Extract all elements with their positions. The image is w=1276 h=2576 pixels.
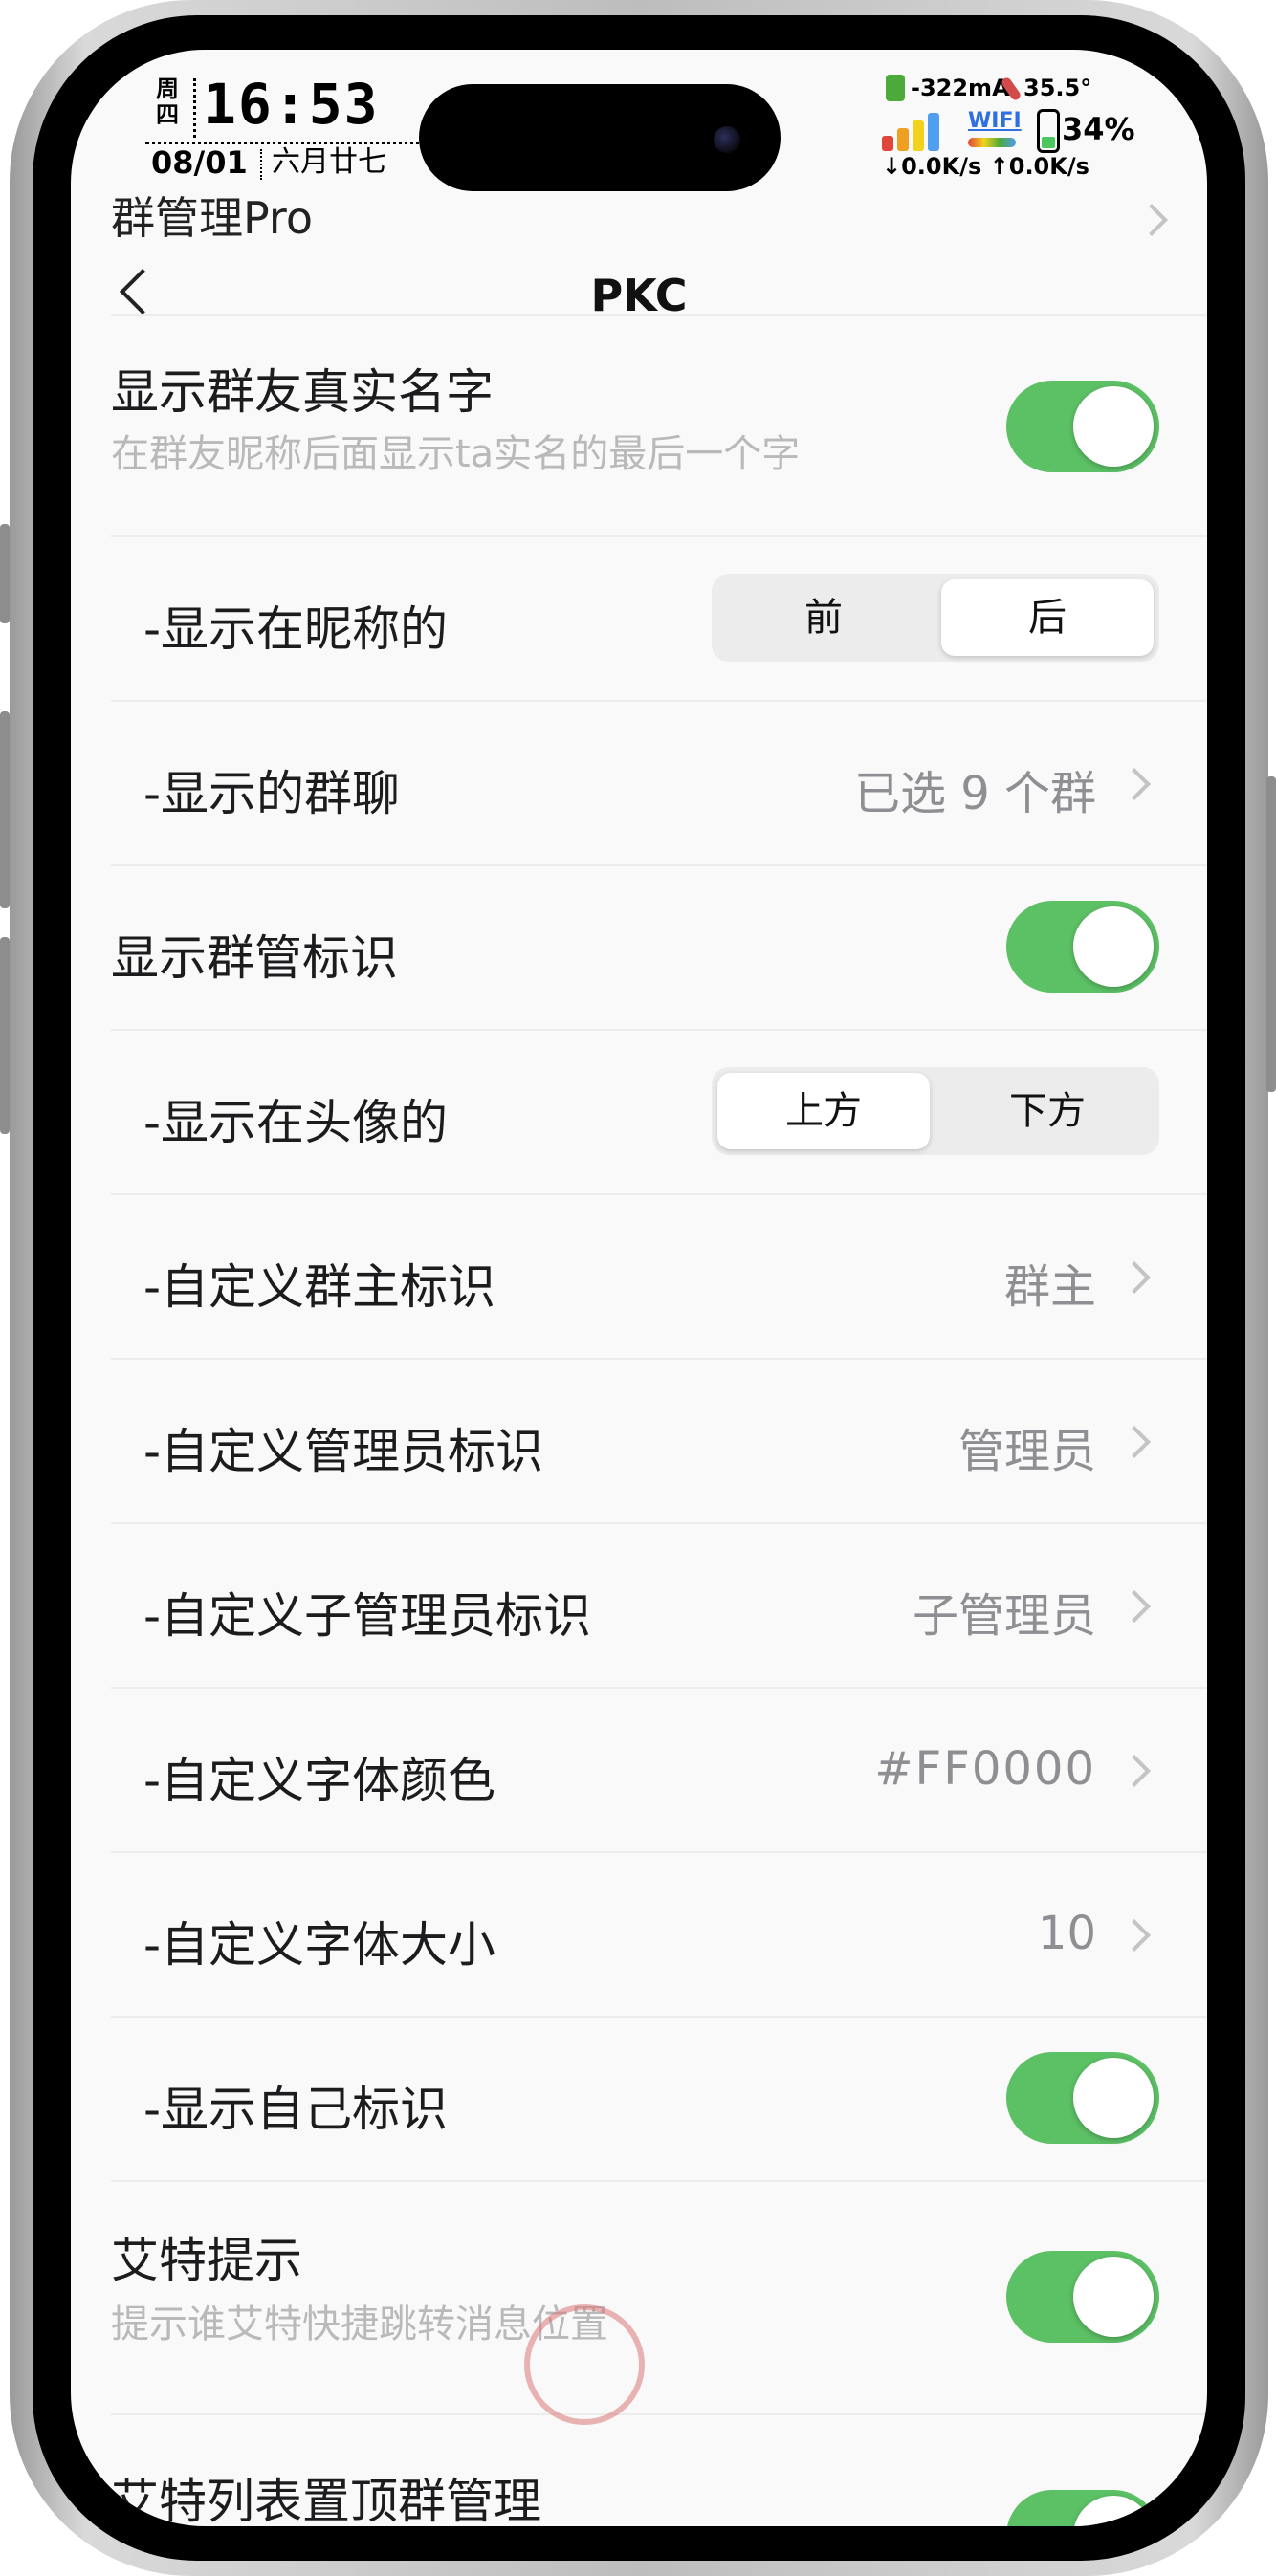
current-draw: -322mA bbox=[911, 75, 1010, 101]
date-divider bbox=[260, 149, 262, 180]
setting-at-hint: 艾特提示 提示谁艾特快捷跳转消息位置 bbox=[111, 2180, 1207, 2415]
battery-current-icon bbox=[886, 75, 905, 101]
setting-label: -显示的群聊 bbox=[143, 766, 401, 821]
setting-label: -自定义子管理员标识 bbox=[143, 1588, 592, 1644]
segment-before[interactable]: 前 bbox=[717, 579, 930, 656]
clock-time: 16:53 bbox=[203, 72, 380, 137]
setting-value: #FF0000 bbox=[874, 1742, 1096, 1796]
setting-label: 显示群友真实名字 bbox=[111, 364, 494, 420]
dynamic-island bbox=[419, 84, 781, 191]
setting-value: 管理员 bbox=[957, 1425, 1096, 1478]
lunar-date: 六月廿七 bbox=[272, 145, 386, 179]
chevron-right-icon bbox=[1118, 1426, 1151, 1458]
setting-show-real-name: 显示群友真实名字 在群友昵称后面显示ta实名的最后一个字 bbox=[111, 316, 1207, 537]
setting-font-size[interactable]: -自定义字体大小 10 bbox=[111, 1851, 1207, 2018]
battery-icon bbox=[1037, 109, 1060, 153]
setting-description: 在群友昵称后面显示ta实名的最后一个字 bbox=[111, 432, 801, 476]
setting-label: -显示自己标识 bbox=[143, 2082, 449, 2137]
camera-icon bbox=[714, 126, 740, 153]
screen: 周四 16:53 08/01 六月廿七 -322mA 35.5° WIFI 34… bbox=[71, 50, 1207, 2526]
action-button bbox=[0, 524, 10, 623]
setting-label: 艾特列表置顶群管理 bbox=[111, 2474, 541, 2526]
toggle-show-real-name[interactable] bbox=[1006, 381, 1159, 472]
setting-subadmin-badge[interactable]: -自定义子管理员标识 子管理员 bbox=[111, 1522, 1207, 1689]
toggle-knob bbox=[1073, 2496, 1154, 2526]
chevron-right-icon bbox=[1118, 1590, 1151, 1623]
segment-below[interactable]: 下方 bbox=[941, 1073, 1154, 1149]
setting-label: -自定义管理员标识 bbox=[143, 1424, 544, 1479]
setting-label: -自定义群主标识 bbox=[143, 1259, 496, 1315]
setting-name-position: -显示在昵称的 前 后 bbox=[111, 535, 1207, 702]
volume-down-button bbox=[0, 937, 10, 1134]
chevron-right-icon bbox=[1118, 768, 1151, 800]
battery-percent: 34% bbox=[1062, 111, 1135, 147]
toggle-knob bbox=[1073, 386, 1154, 467]
setting-owner-badge[interactable]: -自定义群主标识 群主 bbox=[111, 1193, 1207, 1360]
toggle-show-self-badge[interactable] bbox=[1006, 2052, 1159, 2144]
volume-up-button bbox=[0, 711, 10, 908]
wifi-label: WIFI bbox=[968, 109, 1022, 133]
setting-label: -自定义字体大小 bbox=[143, 1917, 496, 1973]
power-button bbox=[1266, 776, 1276, 1092]
signal-bars-icon bbox=[882, 113, 949, 151]
phone-frame: 周四 16:53 08/01 六月廿七 -322mA 35.5° WIFI 34… bbox=[10, 0, 1268, 2576]
toggle-at-list-pin[interactable] bbox=[1006, 2490, 1159, 2526]
toggle-knob bbox=[1073, 2257, 1154, 2337]
setting-value: 群主 bbox=[1003, 1260, 1096, 1314]
setting-font-color[interactable]: -自定义字体颜色 #FF0000 bbox=[111, 1687, 1207, 1853]
toggle-knob bbox=[1073, 2058, 1154, 2138]
toggle-show-admin-badge[interactable] bbox=[1006, 901, 1159, 993]
setting-at-list-pin: 艾特列表置顶群管理 bbox=[111, 2413, 1207, 2526]
date: 08/01 bbox=[151, 144, 248, 181]
network-speed: ↓0.0K/s ↑0.0K/s bbox=[882, 153, 1089, 180]
status-divider bbox=[193, 78, 196, 138]
setting-value: 已选 9 个群 bbox=[853, 767, 1096, 820]
setting-value: 10 bbox=[1037, 1907, 1096, 1960]
setting-show-self-badge: -显示自己标识 bbox=[111, 2016, 1207, 2182]
setting-groups[interactable]: -显示的群聊 已选 9 个群 bbox=[111, 700, 1207, 866]
segment-above[interactable]: 上方 bbox=[717, 1073, 930, 1149]
setting-label: -显示在昵称的 bbox=[143, 601, 449, 657]
chevron-right-icon bbox=[1118, 1755, 1151, 1787]
chevron-right-icon bbox=[1118, 1261, 1151, 1294]
temperature: 35.5° bbox=[1023, 75, 1092, 101]
setting-show-admin-badge: 显示群管标识 bbox=[111, 864, 1207, 1031]
segment-after[interactable]: 后 bbox=[941, 579, 1154, 656]
setting-label: -显示在头像的 bbox=[143, 1095, 449, 1150]
setting-label: 显示群管标识 bbox=[111, 930, 398, 986]
segmented-name-position: 前 后 bbox=[712, 574, 1159, 662]
setting-label: 艾特提示 bbox=[111, 2233, 302, 2288]
touch-indicator bbox=[524, 2304, 645, 2425]
setting-avatar-position: -显示在头像的 上方 下方 bbox=[111, 1029, 1207, 1195]
chevron-right-icon bbox=[1135, 204, 1168, 236]
chevron-right-icon bbox=[1118, 1919, 1151, 1952]
partial-row-title[interactable]: 群管理Pro bbox=[111, 184, 313, 247]
setting-label: -自定义字体颜色 bbox=[143, 1753, 496, 1808]
setting-value: 子管理员 bbox=[912, 1589, 1096, 1643]
wifi-strength-icon bbox=[968, 138, 1016, 147]
toggle-knob bbox=[1073, 906, 1154, 987]
setting-admin-badge[interactable]: -自定义管理员标识 管理员 bbox=[111, 1358, 1207, 1524]
weekday: 周四 bbox=[156, 76, 179, 128]
toggle-at-hint[interactable] bbox=[1006, 2251, 1159, 2343]
phone-bezel: 周四 16:53 08/01 六月廿七 -322mA 35.5° WIFI 34… bbox=[33, 15, 1245, 2561]
segmented-avatar-position: 上方 下方 bbox=[712, 1067, 1159, 1155]
